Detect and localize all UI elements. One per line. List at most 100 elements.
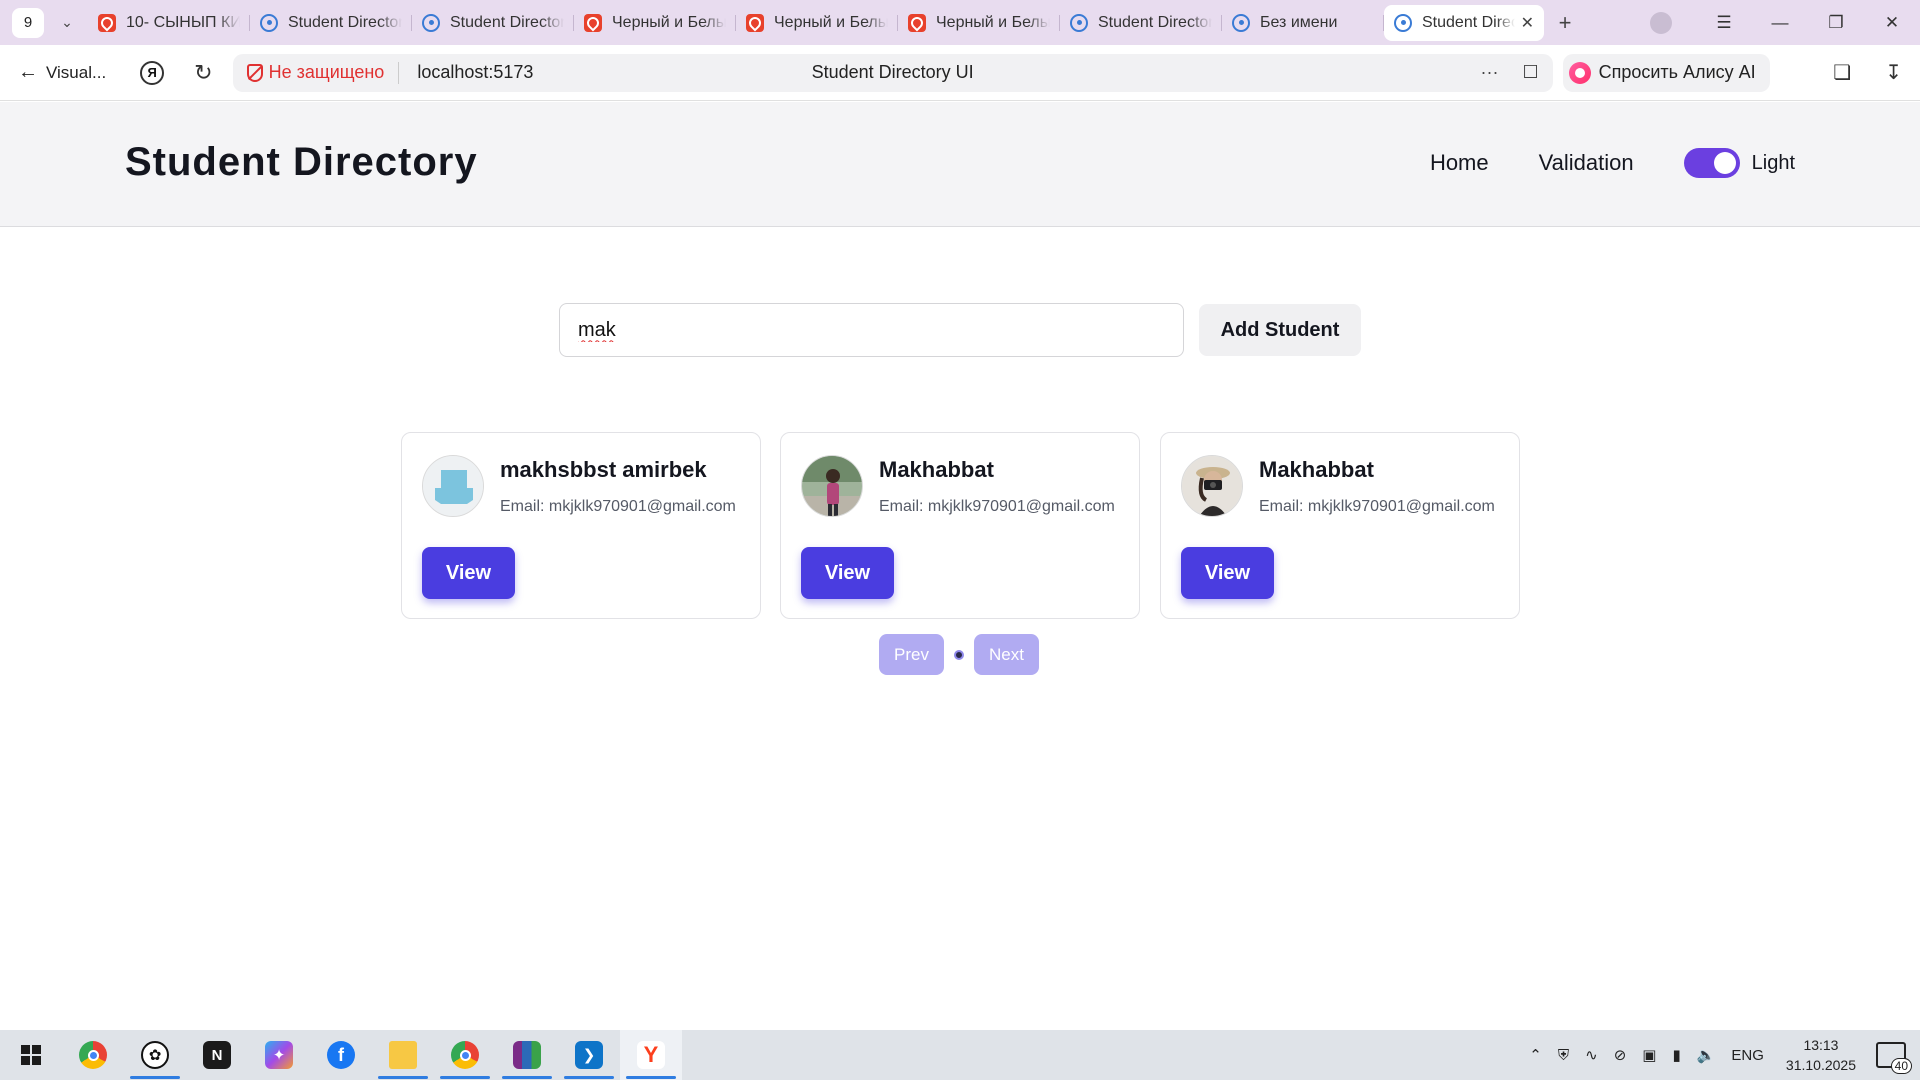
react-icon (260, 13, 278, 32)
browser-tab[interactable]: Черный и Белый (736, 5, 898, 41)
copilot-icon[interactable]: ✦ (248, 1030, 310, 1080)
browser-tab[interactable]: Student Directory (250, 5, 412, 41)
student-card: Makhabbat Email: mkjklk970901@gmail.com … (1160, 432, 1520, 619)
alice-logo-icon (1568, 61, 1591, 84)
collections-icon[interactable]: ❏ (1833, 60, 1851, 85)
chevron-up-icon[interactable]: ⌃ (1529, 1046, 1542, 1064)
student-email: Email: mkjklk970901@gmail.com (1259, 498, 1495, 515)
student-email: Email: mkjklk970901@gmail.com (879, 498, 1115, 515)
pdf-icon (746, 13, 764, 32)
browser-tab[interactable]: Черный и Белый (574, 5, 736, 41)
security-label: Не защищено (268, 62, 385, 82)
pagination: Prev Next (879, 634, 1039, 675)
student-photo-avatar (1181, 455, 1243, 517)
browser-tab[interactable]: Без имени (1222, 5, 1384, 41)
react-icon (1070, 13, 1088, 32)
view-student-button[interactable]: View (801, 547, 894, 599)
language-indicator[interactable]: ENG (1731, 1047, 1764, 1064)
alice-label: Спросить Алису AI (1598, 62, 1756, 82)
volume-muted-icon[interactable]: 🔈 (1697, 1046, 1716, 1064)
search-input[interactable] (559, 303, 1184, 357)
pdf-icon (98, 13, 116, 32)
toggle-knob (1713, 152, 1736, 174)
security-shield-icon[interactable]: ⛨ (1558, 1047, 1569, 1064)
tab-count-button[interactable]: 9 (12, 7, 44, 38)
chrome-profile-icon[interactable] (434, 1030, 496, 1080)
pdf-icon (584, 13, 602, 32)
notification-count-badge: 40 (1890, 1058, 1912, 1074)
new-tab-plus-icon[interactable]: + (1550, 8, 1580, 38)
nav-home-link[interactable]: Home (1430, 150, 1489, 176)
theme-toggle[interactable] (1683, 148, 1740, 178)
view-student-button[interactable]: View (1181, 547, 1274, 599)
react-icon (422, 13, 440, 32)
student-name: Makhabbat (1259, 457, 1374, 482)
clock-time: 13:13 (1803, 1037, 1839, 1053)
notifications-icon[interactable]: 40 (1876, 1042, 1912, 1074)
student-name: Makhabbat (879, 457, 994, 482)
react-icon (1232, 13, 1250, 32)
notion-icon[interactable]: N (186, 1030, 248, 1080)
student-photo-avatar (801, 455, 863, 517)
back-label: Visual... (46, 62, 107, 82)
chatgpt-icon[interactable]: ✿ (124, 1030, 186, 1080)
restore-icon[interactable]: ❐ (1808, 13, 1864, 33)
app-header: Student Directory Home Validation Light (0, 102, 1920, 227)
react-icon (1394, 13, 1412, 32)
app-brand-title: Student Directory (125, 140, 478, 184)
winrar-icon[interactable] (496, 1030, 558, 1080)
url-box[interactable]: Не защищено localhost:5173 Student Direc… (232, 53, 1553, 92)
browser-tab-strip: 9 ⌄ 10- СЫНЫП КИТАП Student Directory St… (0, 0, 1920, 45)
windows-taskbar: ✿ N ✦ f ❯ Y ⌃ ⛨ ∿ ⊘ ▣ ▮ 🔈 ENG 13:13 31.1… (0, 1030, 1920, 1080)
device-icon[interactable]: ▣ (1642, 1046, 1656, 1064)
minimize-icon[interactable]: — (1752, 13, 1808, 33)
wifi-icon[interactable]: ∿ (1585, 1046, 1598, 1064)
next-page-button[interactable]: Next (973, 634, 1039, 675)
view-student-button[interactable]: View (422, 547, 515, 599)
chrome-icon[interactable] (62, 1030, 124, 1080)
pdf-icon (908, 13, 926, 32)
ask-alice-button[interactable]: Спросить Алису AI (1562, 53, 1770, 92)
browser-tab[interactable]: Student Directory (1060, 5, 1222, 41)
clock[interactable]: 13:13 31.10.2025 (1786, 1035, 1856, 1075)
browser-tab[interactable]: 10- СЫНЫП КИТАП (88, 5, 250, 41)
browser-tab[interactable]: Черный и Белый (898, 5, 1060, 41)
prev-page-button[interactable]: Prev (879, 634, 944, 675)
download-icon[interactable]: ↧ (1885, 60, 1902, 85)
back-button[interactable]: ← Visual... (18, 61, 106, 84)
explorer-icon[interactable] (372, 1030, 434, 1080)
bookmark-icon[interactable]: ☐ (1522, 62, 1538, 83)
page-dot-indicator[interactable] (953, 649, 964, 660)
clock-date: 31.10.2025 (1785, 1057, 1856, 1073)
browser-tab-active[interactable]: Student Directory✕ (1384, 4, 1544, 41)
yandex-browser-icon[interactable]: Y (620, 1030, 682, 1080)
facebook-icon[interactable]: f (310, 1030, 372, 1080)
battery-icon[interactable]: ▮ (1672, 1046, 1680, 1064)
browser-address-bar: ← Visual... Я ↻ Не защищено localhost:51… (0, 45, 1920, 101)
vscode-icon[interactable]: ❯ (558, 1030, 620, 1080)
add-student-button[interactable]: Add Student (1199, 304, 1361, 356)
placeholder-avatar-icon (422, 455, 484, 517)
profile-avatar-icon[interactable] (1650, 11, 1672, 34)
reload-icon[interactable]: ↻ (194, 60, 212, 86)
more-dots-icon[interactable]: ··· (1480, 62, 1498, 83)
nav-validation-link[interactable]: Validation (1539, 150, 1634, 176)
browser-tab[interactable]: Student Directory (412, 5, 574, 41)
windows-logo-icon (21, 1045, 41, 1065)
yandex-logo-icon[interactable]: Я (140, 60, 165, 85)
menu-hamburger-icon[interactable]: ☰ (1696, 13, 1752, 33)
security-indicator[interactable]: Не защищено (246, 61, 400, 84)
student-email: Email: mkjklk970901@gmail.com (500, 498, 736, 515)
theme-toggle-label: Light (1751, 151, 1795, 174)
student-card: Makhabbat Email: mkjklk970901@gmail.com … (780, 432, 1140, 619)
url-text[interactable]: localhost:5173 (417, 62, 533, 83)
start-button[interactable] (0, 1030, 62, 1080)
browser-toolbar-right: ❏ ↧ (1833, 60, 1902, 85)
close-tab-icon[interactable]: ✕ (1521, 13, 1534, 33)
url-actions: ··· ☐ (1480, 62, 1538, 83)
close-window-icon[interactable]: ✕ (1864, 13, 1920, 33)
tab-list-chevron-icon[interactable]: ⌄ (52, 8, 82, 38)
tab-list: 10- СЫНЫП КИТАП Student Directory Studen… (88, 0, 1544, 45)
student-card: makhsbbst amirbek Email: mkjklk970901@gm… (401, 432, 761, 619)
network-off-icon[interactable]: ⊘ (1614, 1046, 1627, 1064)
